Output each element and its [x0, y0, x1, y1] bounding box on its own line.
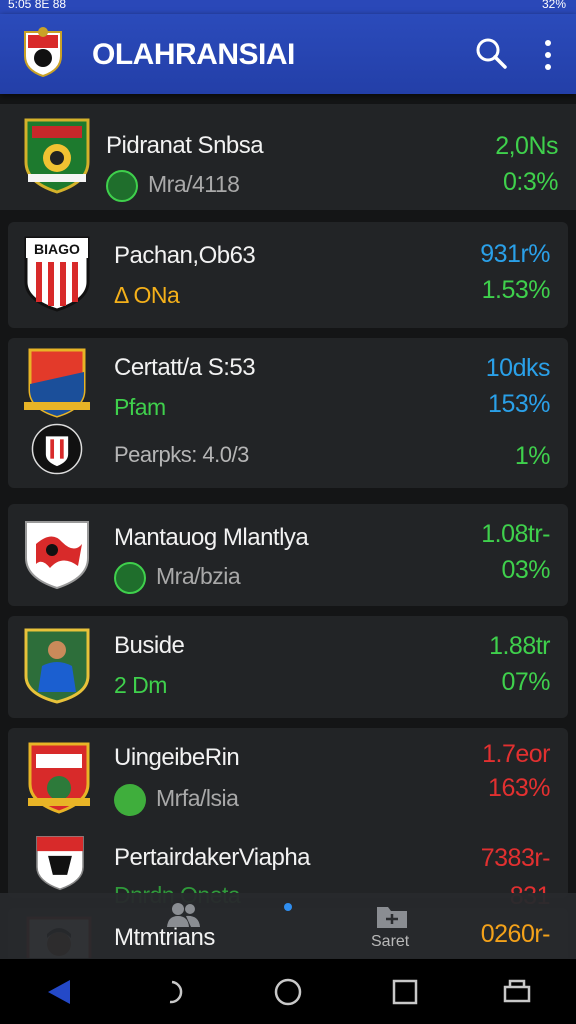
team-crest-icon — [28, 742, 90, 814]
team-crest-icon: BIAGO — [24, 236, 90, 312]
item-sub: Mrfa/lsia — [114, 784, 239, 816]
list-item[interactable]: Certatt/a S:53 Pfam 10dks 153% Pearpks: … — [8, 338, 568, 488]
folder-icon[interactable] — [376, 903, 408, 929]
item-name: Certatt/a S:53 — [114, 354, 256, 381]
item-name: Pidranat Snbsa — [106, 132, 264, 159]
list-item[interactable]: Buside 2 Dm 1.88tr 07% — [8, 616, 568, 718]
team-crest-icon — [25, 521, 89, 590]
item-sub: Mra/4118 — [106, 170, 240, 202]
item-name: Pachan,Ob63 — [114, 242, 256, 269]
item-sub-text: Mra/4118 — [148, 171, 240, 198]
item-name: Mantauog Mlantlya — [114, 524, 309, 551]
green-plus-icon — [114, 784, 146, 816]
team-crest-icon — [36, 835, 84, 891]
player-photo-icon — [24, 628, 90, 704]
item-value-secondary: 03% — [501, 556, 550, 584]
club-logo-icon[interactable] — [22, 26, 64, 78]
item-sub: Pfam — [114, 394, 166, 420]
item-value-primary: 2,0Ns — [495, 132, 558, 160]
green-badge-icon — [106, 170, 138, 202]
system-navigation-bar — [0, 959, 576, 1024]
team-crest-icon — [24, 348, 90, 418]
folder-label[interactable]: Saret — [371, 933, 409, 951]
list-item[interactable]: Pidranat Snbsa Mra/4118 2,0Ns 0:3% — [0, 104, 576, 210]
team-crest-icon — [31, 423, 83, 475]
list-item[interactable]: UingeibeRin Mrfa/lsia 1.7eor 163% Pertai… — [8, 728, 568, 910]
more-vert-icon[interactable] — [536, 38, 560, 72]
item-name: Mtmtrians — [114, 924, 215, 951]
item-value-secondary: 07% — [501, 668, 550, 696]
item-secondary-value: 7383r- — [480, 844, 551, 872]
item-value-primary: 1.7eor — [482, 740, 550, 768]
battery-level: 32% — [541, 0, 566, 11]
status-bar: 5:05 8E 88 32% — [0, 0, 576, 14]
active-indicator — [284, 903, 292, 911]
item-sub: 2 Dm — [114, 672, 167, 698]
item-secondary-value: 1% — [514, 442, 551, 470]
recents-icon[interactable] — [390, 977, 420, 1007]
item-value-secondary: 163% — [488, 774, 550, 802]
list-item[interactable]: Mantauog Mlantlya Mra/bzia 1.08tr- 03% — [8, 504, 568, 606]
item-secondary-row: Pearpks: 4.0/3 — [114, 442, 249, 467]
results-list: Pidranat Snbsa Mra/4118 2,0Ns 0:3% BIAGO… — [0, 94, 576, 958]
item-value-primary: 931r% — [480, 240, 550, 268]
screenshot-icon[interactable] — [502, 977, 532, 1007]
app-bar: OLAHRANSIAI — [0, 14, 576, 94]
item-value-secondary: 0:3% — [503, 168, 558, 196]
item-value-primary: 1.08tr- — [481, 520, 550, 548]
item-secondary-row: PertairdakerViapha — [114, 844, 311, 871]
item-sub-text: Mra/bzia — [156, 563, 241, 590]
item-sub-text: Mrfa/lsia — [156, 785, 239, 812]
search-icon[interactable] — [474, 36, 508, 70]
list-item[interactable]: BIAGO Pachan,Ob63 Δ ONa 931r% 1.53% — [8, 222, 568, 328]
back-icon[interactable] — [44, 977, 74, 1007]
app-title: OLAHRANSIAI — [92, 38, 295, 71]
item-name: Buside — [114, 632, 185, 659]
green-badge-icon — [114, 562, 146, 594]
item-sub: Mra/bzia — [114, 562, 241, 594]
status-time: 5:05 8E 88 — [8, 0, 67, 11]
team-crest-icon — [24, 118, 90, 194]
item-value-primary: 0260r- — [480, 920, 551, 948]
item-value-primary: 1.88tr — [489, 632, 550, 660]
item-name: UingeibeRin — [114, 744, 240, 771]
svg-text:BIAGO: BIAGO — [34, 241, 80, 257]
item-value-primary: 10dks — [485, 354, 551, 382]
rotate-icon[interactable] — [160, 977, 190, 1007]
item-sub: Δ ONa — [114, 282, 180, 308]
item-value-secondary: 153% — [488, 390, 550, 418]
home-icon[interactable] — [273, 977, 303, 1007]
item-value-secondary: 1.53% — [481, 276, 551, 304]
